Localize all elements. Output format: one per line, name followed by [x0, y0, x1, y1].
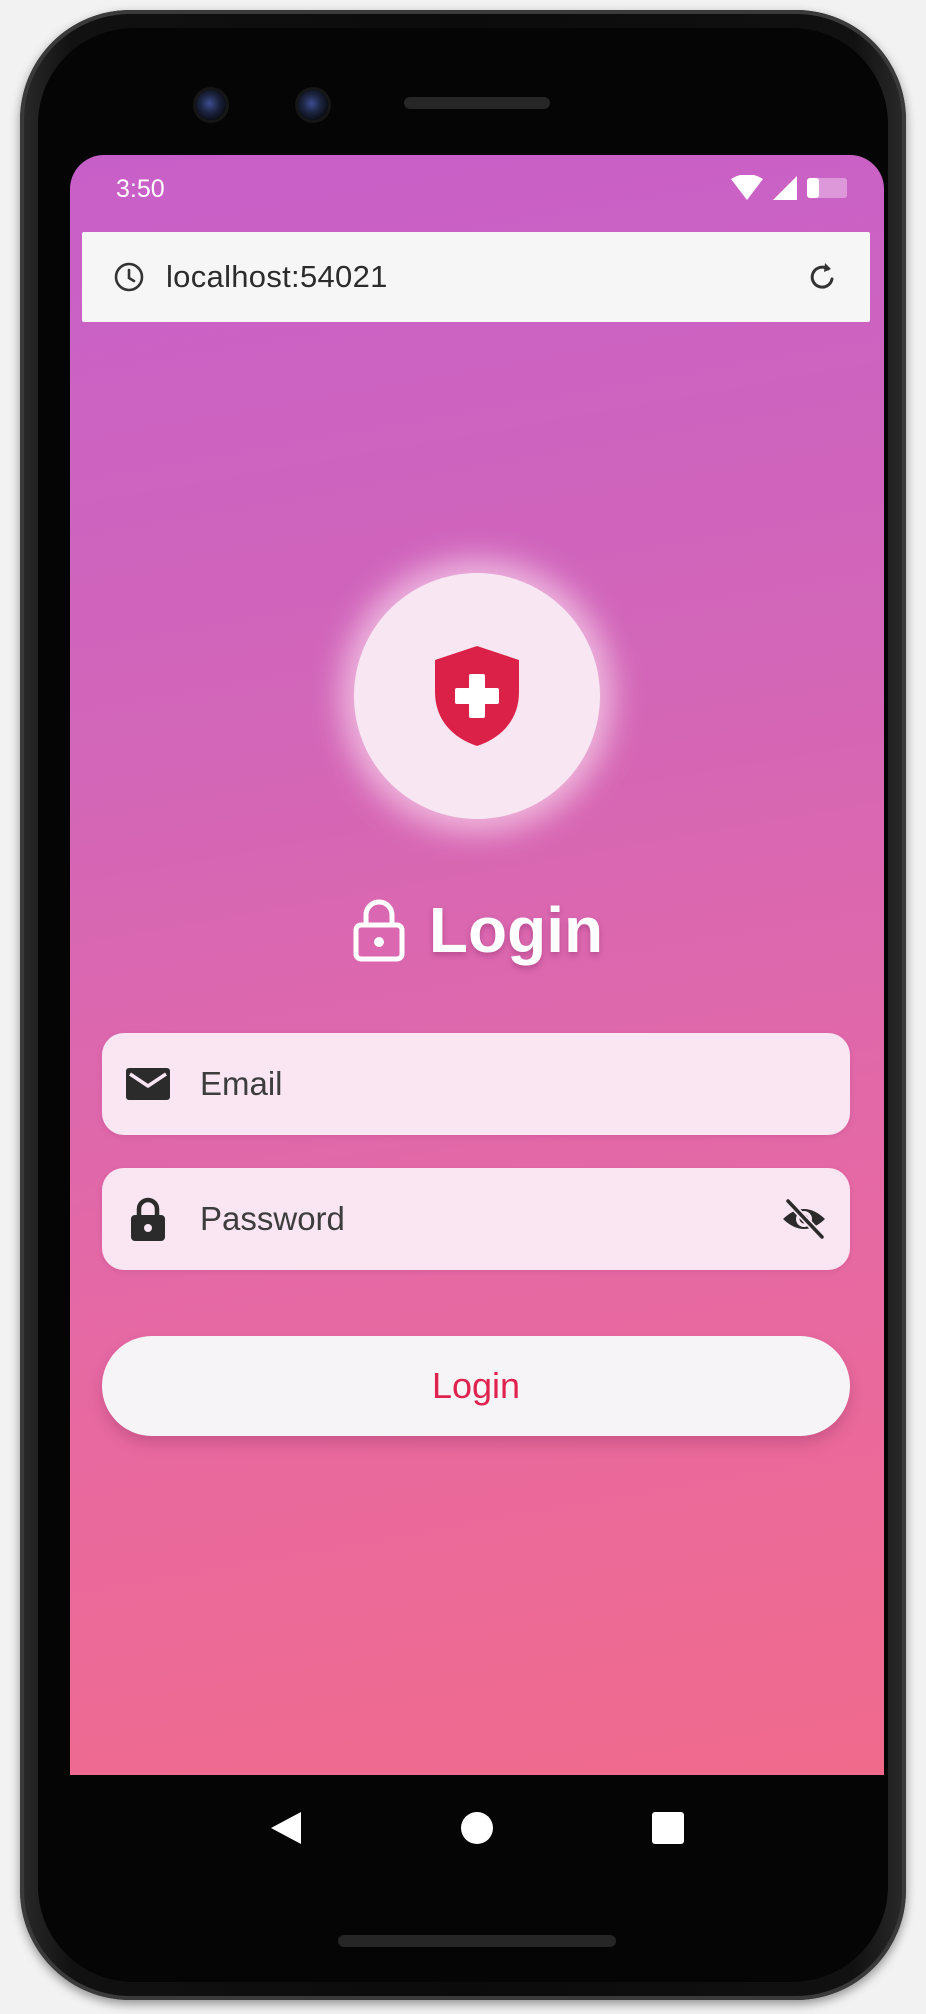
back-triangle-icon	[270, 1811, 301, 1844]
back-button[interactable]	[266, 1808, 306, 1848]
lock-icon	[124, 1195, 172, 1243]
lock-outline-icon	[353, 899, 405, 962]
recents-button[interactable]	[648, 1808, 688, 1848]
signal-icon	[773, 176, 797, 200]
battery-icon	[807, 178, 847, 198]
info-icon[interactable]	[112, 260, 146, 294]
bottom-speaker	[338, 1935, 616, 1947]
reload-icon[interactable]	[804, 258, 842, 296]
front-sensor	[298, 90, 328, 120]
status-bar: 3:50	[70, 155, 884, 227]
status-icons	[730, 175, 850, 201]
wifi-icon	[731, 175, 763, 200]
password-field[interactable]	[102, 1168, 850, 1270]
mail-icon	[124, 1060, 172, 1108]
password-input[interactable]	[198, 1199, 722, 1239]
eye-off-icon[interactable]	[780, 1195, 828, 1243]
login-button[interactable]: Login	[102, 1336, 850, 1436]
home-circle-icon	[460, 1811, 493, 1844]
login-title: Login	[428, 894, 604, 966]
recents-square-icon	[652, 1811, 685, 1844]
app-screen: 3:50 localhost:54021 Login Email Login	[70, 155, 884, 1775]
address-bar[interactable]: localhost:54021	[82, 232, 870, 322]
app-logo	[354, 573, 600, 819]
email-input[interactable]	[198, 1064, 722, 1104]
front-camera	[196, 90, 226, 120]
home-button[interactable]	[457, 1808, 497, 1848]
email-field[interactable]	[102, 1033, 850, 1135]
status-time: 3:50	[116, 175, 165, 203]
earpiece-speaker	[404, 97, 550, 109]
url-text[interactable]: localhost:54021	[166, 259, 388, 295]
shield-cross-icon	[435, 646, 519, 746]
android-nav-bar	[70, 1775, 884, 1880]
login-heading: Login	[70, 885, 884, 975]
